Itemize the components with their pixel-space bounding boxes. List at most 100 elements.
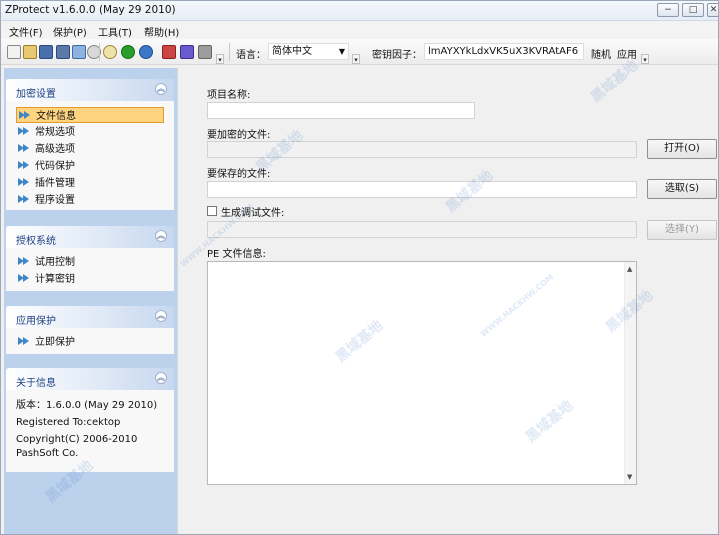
encrypt-settings-panel: 加密设置 ︽ 文件信息 常规选项 高级选项 代码保护 插件管理 程序设置 — [6, 79, 174, 210]
sidebar: 加密设置 ︽ 文件信息 常规选项 高级选项 代码保护 插件管理 程序设置 授权系… — [4, 68, 178, 534]
debug-file-checkbox[interactable] — [207, 206, 217, 216]
sidebar-item-advanced[interactable]: 高级选项 — [16, 141, 164, 157]
sidebar-item-general[interactable]: 常规选项 — [16, 124, 164, 140]
main-panel: 项目名称: 要加密的文件: 打开(O) 要保存的文件: 选取(S) 生成调试文件… — [181, 68, 718, 534]
title-bar: ZProtect v1.6.0.0 (May 29 2010) − □ ✕ — [1, 1, 718, 21]
double-arrow-icon — [18, 127, 30, 136]
sidebar-item-protect-now[interactable]: 立即保护 — [16, 334, 164, 350]
collapse-icon[interactable]: ︽ — [155, 372, 167, 384]
chevron-down-icon: ▼ — [338, 47, 345, 56]
panel-title: 加密设置 — [16, 89, 56, 100]
window-title: ZProtect v1.6.0.0 (May 29 2010) — [5, 4, 176, 16]
project-name-label: 项目名称: — [207, 90, 251, 101]
double-arrow-icon — [18, 178, 30, 187]
double-arrow-icon — [18, 195, 30, 204]
about-version: 版本：1.6.0.0 (May 29 2010) — [16, 400, 158, 411]
open-button[interactable]: 打开(O) — [647, 139, 717, 159]
double-arrow-icon — [18, 161, 30, 170]
panel-header[interactable]: 加密设置 ︽ — [6, 79, 174, 101]
sidebar-item-label: 试用控制 — [35, 257, 75, 268]
about-company: PashSoft Co. — [16, 448, 79, 459]
language-select[interactable]: 简体中文 ▼ — [268, 43, 349, 60]
encrypt-file-label: 要加密的文件: — [207, 130, 271, 141]
scroll-down-icon[interactable]: ▼ — [627, 473, 632, 481]
run-icon[interactable] — [121, 45, 135, 59]
pe-info-label: PE 文件信息: — [207, 249, 266, 260]
debug-file-label: 生成调试文件: — [221, 208, 285, 219]
sidebar-item-label: 计算密钥 — [35, 274, 75, 285]
pe-info-textarea[interactable]: ▲ ▼ — [207, 261, 637, 485]
panel-title: 关于信息 — [16, 378, 56, 389]
project-name-input[interactable] — [207, 102, 475, 119]
panel-title: 应用保护 — [16, 316, 56, 327]
maximize-button[interactable]: □ — [682, 3, 704, 17]
open-icon[interactable] — [23, 45, 37, 59]
menu-file[interactable]: 文件(F) — [9, 24, 43, 39]
sidebar-item-file-info[interactable]: 文件信息 — [16, 107, 164, 123]
about-registered: Registered To:cektop — [16, 417, 121, 428]
collapse-icon[interactable]: ︽ — [155, 83, 167, 95]
choose-button[interactable]: 选择(Y) — [647, 220, 717, 240]
collapse-icon[interactable]: ︽ — [155, 310, 167, 322]
menu-protect[interactable]: 保护(P) — [53, 24, 87, 39]
options-icon[interactable] — [180, 45, 194, 59]
key-factor-value: lmAYXYkLdxVK5uX3KVRAtAF6 — [428, 46, 579, 57]
sidebar-item-label: 代码保护 — [35, 161, 75, 172]
zprotect-window: ZProtect v1.6.0.0 (May 29 2010) − □ ✕ 文件… — [0, 0, 719, 535]
protect-icon[interactable] — [162, 45, 176, 59]
close-button[interactable]: ✕ — [707, 3, 718, 17]
apply-button[interactable]: 应用 — [617, 46, 637, 61]
menu-help[interactable]: 帮助(H) — [144, 24, 179, 39]
double-arrow-icon — [19, 111, 31, 120]
double-arrow-icon — [18, 144, 30, 153]
sidebar-item-label: 文件信息 — [36, 111, 76, 122]
sidebar-item-label: 程序设置 — [35, 195, 75, 206]
about-panel: 关于信息 ︽ 版本：1.6.0.0 (May 29 2010) Register… — [6, 368, 174, 472]
encrypt-file-input[interactable] — [207, 141, 637, 158]
new-icon[interactable] — [7, 45, 21, 59]
export-icon[interactable] — [72, 45, 86, 59]
double-arrow-icon — [18, 337, 30, 346]
menu-tools[interactable]: 工具(T) — [98, 24, 132, 39]
pe-info-scrollbar[interactable]: ▲ ▼ — [624, 262, 636, 484]
sidebar-item-program-settings[interactable]: 程序设置 — [16, 192, 164, 208]
toolbar-separator — [229, 43, 230, 61]
sidebar-item-label: 插件管理 — [35, 178, 75, 189]
key-overflow-icon[interactable]: ▾ — [641, 54, 649, 64]
language-label: 语言： — [236, 50, 266, 61]
panel-header[interactable]: 关于信息 ︽ — [6, 368, 174, 390]
about-copyright: Copyright(C) 2006-2010 — [16, 434, 138, 445]
save-icon[interactable] — [39, 45, 53, 59]
license-system-panel: 授权系统 ︽ 试用控制 计算密钥 — [6, 226, 174, 291]
check-icon[interactable] — [139, 45, 153, 59]
panel-header[interactable]: 应用保护 ︽ — [6, 306, 174, 328]
debug-file-input[interactable] — [207, 221, 637, 238]
panel-header[interactable]: 授权系统 ︽ — [6, 226, 174, 248]
save-as-icon[interactable] — [56, 45, 70, 59]
double-arrow-icon — [18, 257, 30, 266]
scroll-up-icon[interactable]: ▲ — [627, 265, 632, 273]
collapse-icon[interactable]: ︽ — [155, 230, 167, 242]
menu-bar: 文件(F) 保护(P) 工具(T) 帮助(H) — [1, 21, 718, 39]
save-file-input[interactable] — [207, 181, 637, 198]
plugin-icon[interactable] — [198, 45, 212, 59]
double-arrow-icon — [18, 274, 30, 283]
key-factor-label: 密钥因子： — [372, 50, 422, 61]
save-file-label: 要保存的文件: — [207, 169, 271, 180]
minimize-button[interactable]: − — [657, 3, 679, 17]
random-button[interactable]: 随机 — [591, 46, 611, 61]
sidebar-item-calc-key[interactable]: 计算密钥 — [16, 271, 164, 287]
sidebar-item-code-protect[interactable]: 代码保护 — [16, 158, 164, 174]
language-value: 简体中文 — [272, 46, 312, 57]
toolbar: ▾ 语言： 简体中文 ▼ ▾ 密钥因子： lmAYXYkLdxVK5uX3KVR… — [1, 39, 718, 65]
sidebar-item-trial-control[interactable]: 试用控制 — [16, 254, 164, 270]
select-button[interactable]: 选取(S) — [647, 179, 717, 199]
search-icon[interactable] — [103, 45, 117, 59]
key-factor-input[interactable]: lmAYXYkLdxVK5uX3KVRAtAF6 — [424, 43, 584, 60]
toolbar-overflow-icon[interactable]: ▾ — [216, 54, 224, 64]
language-overflow-icon[interactable]: ▾ — [352, 54, 360, 64]
app-protect-panel: 应用保护 ︽ 立即保护 — [6, 306, 174, 354]
toolbar-separator — [99, 43, 100, 61]
panel-title: 授权系统 — [16, 236, 56, 247]
sidebar-item-plugins[interactable]: 插件管理 — [16, 175, 164, 191]
